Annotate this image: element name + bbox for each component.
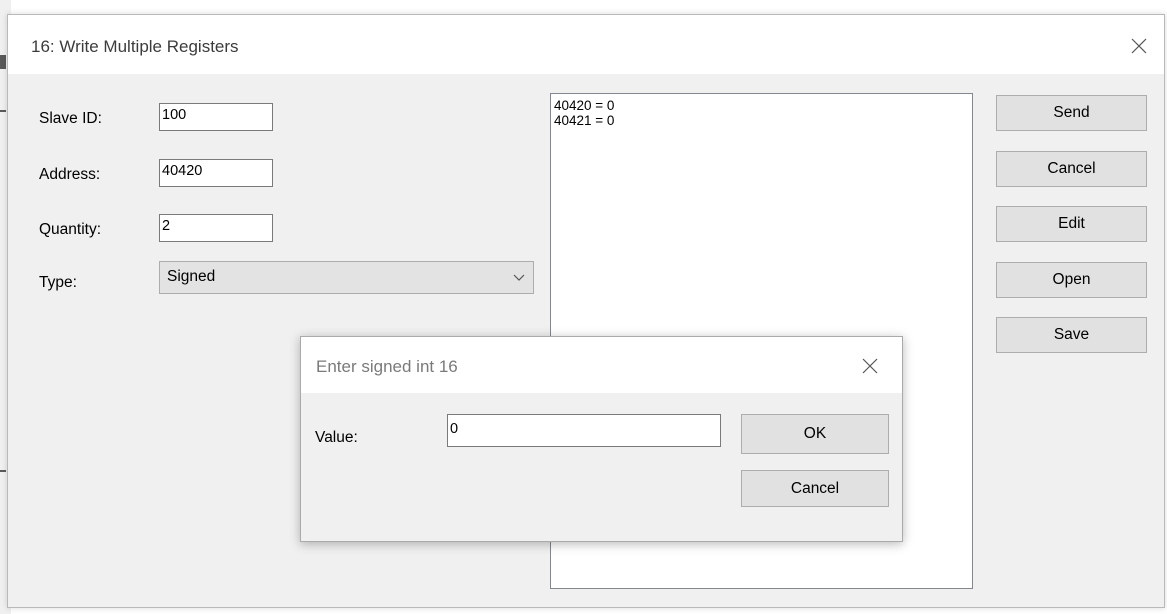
slave-id-label: Slave ID: [39, 110, 102, 127]
quantity-label: Quantity: [39, 221, 102, 238]
chevron-down-icon [513, 274, 525, 281]
title-bar: 16: Write Multiple Registers [8, 15, 1164, 74]
type-label: Type: [39, 274, 77, 291]
dialog-title: 16: Write Multiple Registers [31, 37, 239, 56]
send-button[interactable]: Send [996, 95, 1147, 131]
type-select[interactable]: Signed [159, 261, 534, 294]
background-marker [0, 55, 6, 69]
quantity-input[interactable]: 2 [159, 214, 273, 242]
type-select-value: Signed [167, 268, 216, 285]
background-marker [0, 110, 6, 112]
save-button[interactable]: Save [996, 317, 1147, 353]
enter-value-dialog: Enter signed int 16 Value: 0 OK Cancel [300, 336, 903, 542]
close-icon[interactable] [1130, 37, 1148, 55]
register-list-item[interactable]: 40421 = 0 [554, 113, 972, 128]
open-button[interactable]: Open [996, 262, 1147, 298]
cancel-button[interactable]: Cancel [996, 151, 1147, 187]
slave-id-input[interactable]: 100 [159, 103, 273, 131]
enter-value-dialog-title: Enter signed int 16 [316, 357, 458, 376]
edit-button[interactable]: Edit [996, 206, 1147, 242]
value-label: Value: [315, 429, 358, 446]
address-input[interactable]: 40420 [159, 159, 273, 187]
register-list-item[interactable]: 40420 = 0 [554, 98, 972, 113]
dialog-cancel-button[interactable]: Cancel [741, 470, 889, 507]
background-marker [0, 470, 6, 472]
value-input[interactable]: 0 [447, 414, 721, 447]
address-label: Address: [39, 166, 101, 183]
close-icon[interactable] [861, 357, 879, 375]
ok-button[interactable]: OK [741, 414, 889, 454]
dialog-title-bar: Enter signed int 16 [301, 337, 902, 393]
